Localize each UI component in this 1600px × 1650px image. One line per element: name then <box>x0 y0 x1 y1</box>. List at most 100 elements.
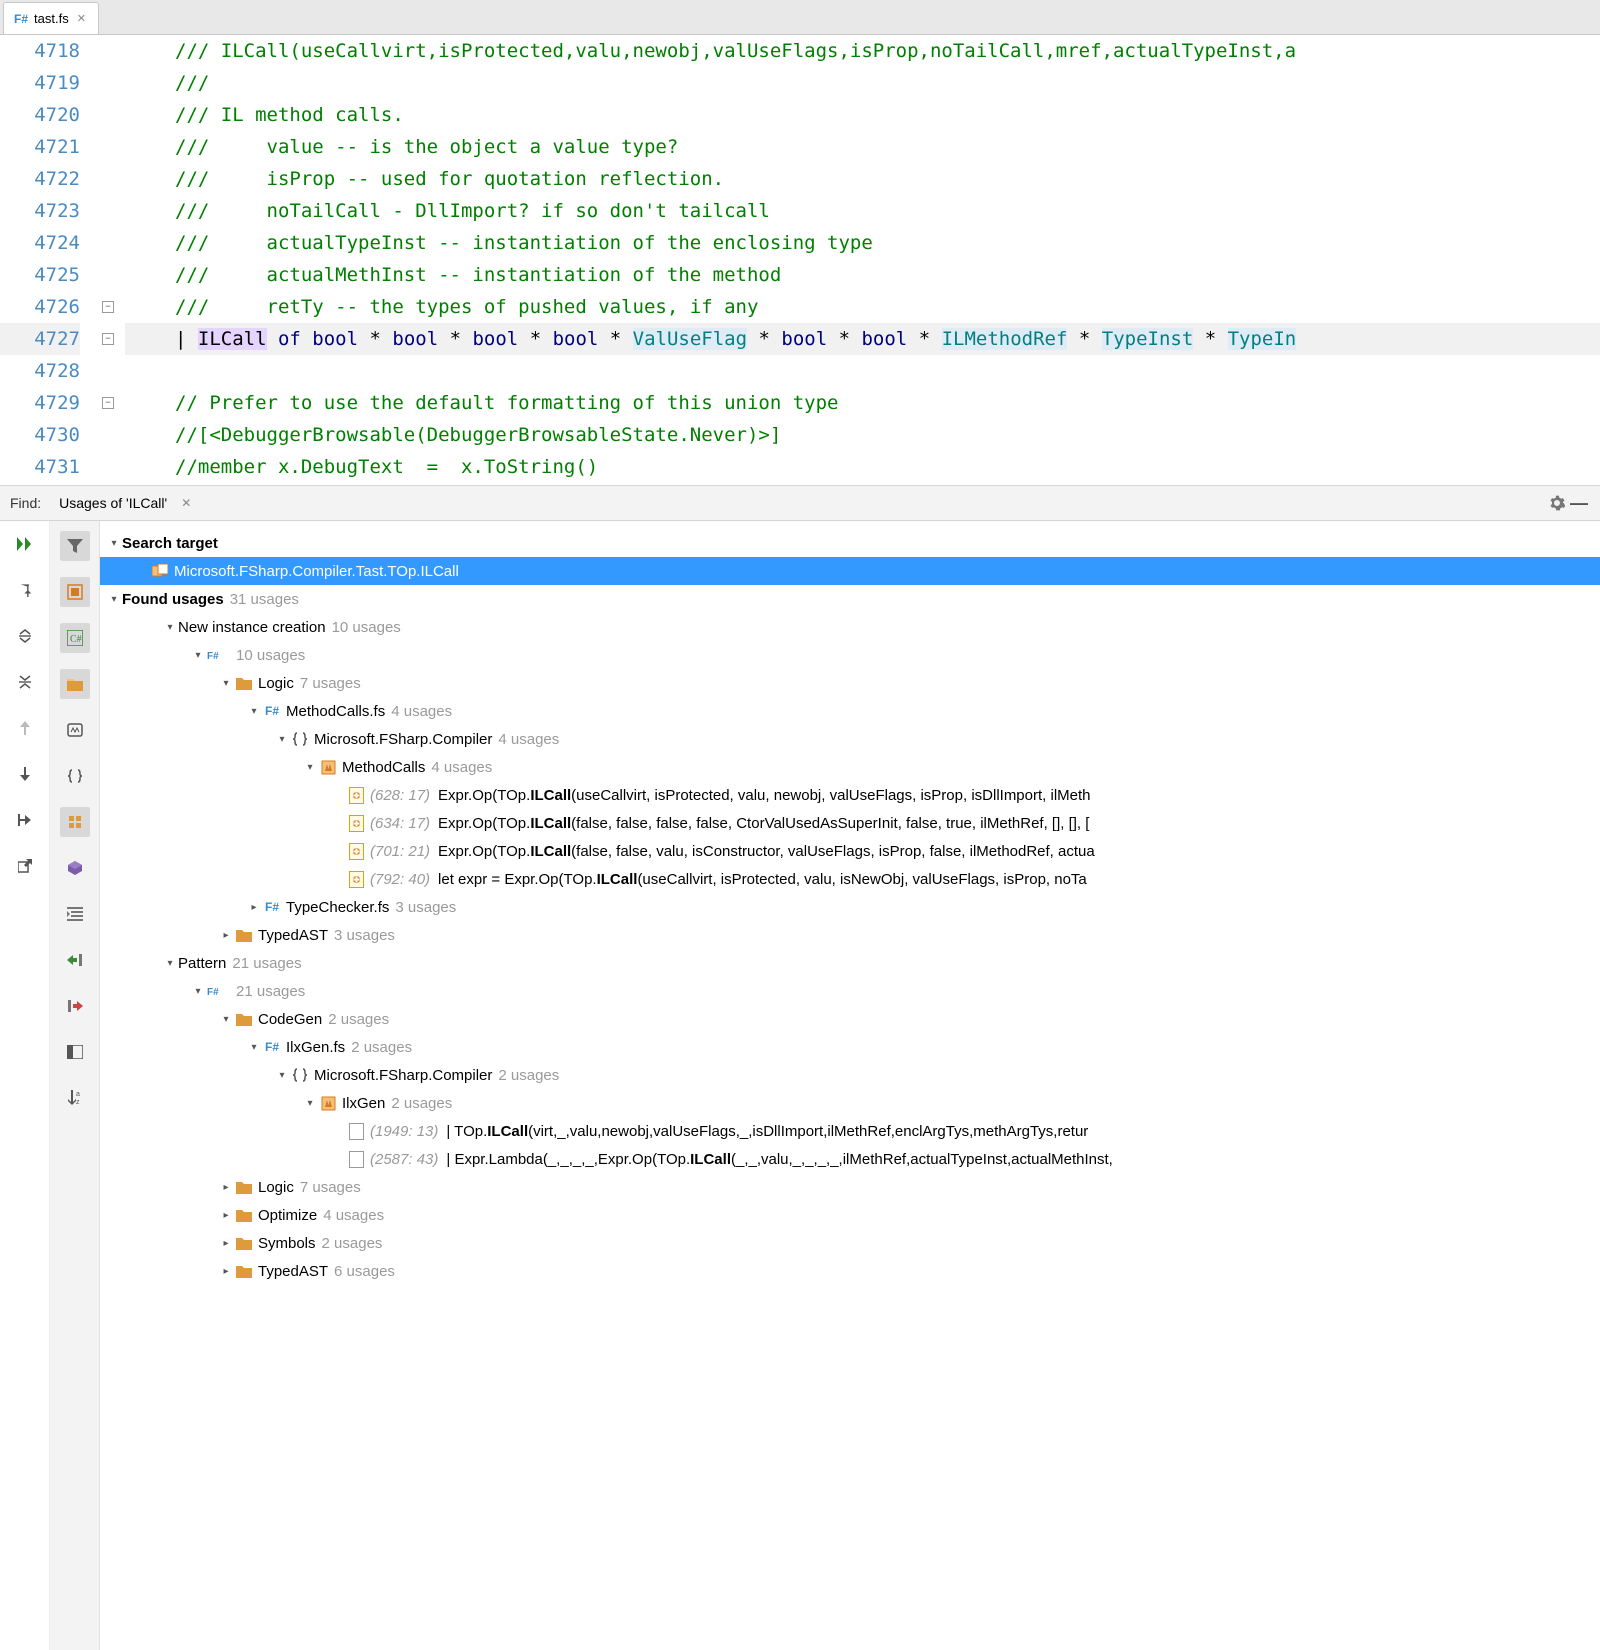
code-line[interactable]: // Prefer to use the default formatting … <box>125 387 1600 419</box>
chevron-icon[interactable]: ▾ <box>302 1095 318 1111</box>
tree-group[interactable]: ▸Symbols 2 usages <box>100 1229 1600 1257</box>
line-number: 4721 <box>0 131 80 163</box>
diff-next-icon[interactable] <box>60 991 90 1021</box>
code-editor[interactable]: 4718471947204721472247234724472547264727… <box>0 35 1600 485</box>
chevron-icon[interactable]: ▾ <box>246 703 262 719</box>
usage-occurrence[interactable]: (792: 40)let expr = Expr.Op(TOp.ILCall(u… <box>100 865 1600 893</box>
tree-group[interactable]: ▸Optimize 4 usages <box>100 1201 1600 1229</box>
code-line[interactable]: /// value -- is the object a value type? <box>125 131 1600 163</box>
chevron-icon[interactable]: ▾ <box>106 535 122 551</box>
code-line[interactable]: /// <box>125 67 1600 99</box>
chevron-icon[interactable]: ▾ <box>190 647 206 663</box>
usage-occurrence[interactable]: (628: 17)Expr.Op(TOp.ILCall(useCallvirt,… <box>100 781 1600 809</box>
tree-group[interactable]: ▸Logic 7 usages <box>100 1173 1600 1201</box>
chevron-icon[interactable]: ▾ <box>274 731 290 747</box>
code-line[interactable]: /// isProp -- used for quotation reflect… <box>125 163 1600 195</box>
tree-group[interactable]: ▾Logic 7 usages <box>100 669 1600 697</box>
tab-tast-fs[interactable]: F# tast.fs ✕ <box>3 2 99 34</box>
search-target-header[interactable]: ▾Search target <box>100 529 1600 557</box>
chevron-icon[interactable]: ▾ <box>302 759 318 775</box>
group-module-icon[interactable] <box>60 577 90 607</box>
layout-icon[interactable] <box>60 1037 90 1067</box>
next-icon[interactable] <box>12 761 38 787</box>
box-icon[interactable] <box>60 853 90 883</box>
fold-toggle-icon[interactable]: − <box>102 301 114 313</box>
tree-group[interactable]: ▾New instance creation 10 usages <box>100 613 1600 641</box>
show-namespace-icon[interactable] <box>60 761 90 791</box>
fold-toggle-icon[interactable]: − <box>102 397 114 409</box>
expand-all-icon[interactable] <box>12 623 38 649</box>
rerun-icon[interactable] <box>12 531 38 557</box>
usage-occurrence[interactable]: (2587: 43)| Expr.Lambda(_,_,_,_,Expr.Op(… <box>100 1145 1600 1173</box>
occurrence-icon <box>346 785 366 805</box>
diff-prev-icon[interactable] <box>60 945 90 975</box>
open-new-icon[interactable] <box>12 853 38 879</box>
chevron-icon[interactable]: ▾ <box>246 1039 262 1055</box>
chevron-icon[interactable]: ▸ <box>218 927 234 943</box>
svg-text:F#: F# <box>207 651 219 662</box>
code-line[interactable]: | ILCall of bool * bool * bool * bool * … <box>125 323 1600 355</box>
tab-title: tast.fs <box>34 11 69 26</box>
occurrence-icon <box>346 841 366 861</box>
tree-group[interactable]: ▸F#TypeChecker.fs 3 usages <box>100 893 1600 921</box>
chevron-icon[interactable]: ▾ <box>218 1011 234 1027</box>
group-method-icon[interactable] <box>60 715 90 745</box>
usage-occurrence[interactable]: (1949: 13)| TOp.ILCall(virt,_,valu,newob… <box>100 1117 1600 1145</box>
code-line[interactable]: /// ILCall(useCallvirt,isProtected,valu,… <box>125 35 1600 67</box>
tree-group[interactable]: ▸TypedAST 6 usages <box>100 1257 1600 1285</box>
code-line[interactable]: //member x.DebugText = x.ToString() <box>125 451 1600 483</box>
tree-group[interactable]: ▾IlxGen 2 usages <box>100 1089 1600 1117</box>
group-folder-icon[interactable] <box>60 669 90 699</box>
line-number: 4725 <box>0 259 80 291</box>
sort-alpha-icon[interactable]: az <box>60 1083 90 1113</box>
chevron-icon[interactable]: ▾ <box>106 591 122 607</box>
export-icon[interactable] <box>12 807 38 833</box>
tree-group[interactable]: ▾CodeGen 2 usages <box>100 1005 1600 1033</box>
chevron-icon[interactable]: ▸ <box>218 1179 234 1195</box>
code-line[interactable]: /// actualTypeInst -- instantiation of t… <box>125 227 1600 259</box>
fsharp-file-icon: F# <box>262 701 282 721</box>
chevron-icon[interactable]: ▾ <box>190 983 206 999</box>
usage-occurrence[interactable]: (701: 21)Expr.Op(TOp.ILCall(false, false… <box>100 837 1600 865</box>
tree-group[interactable]: ▾Pattern 21 usages <box>100 949 1600 977</box>
chevron-icon[interactable]: ▾ <box>162 619 178 635</box>
code-line[interactable]: /// noTailCall - DllImport? if so don't … <box>125 195 1600 227</box>
tree-group[interactable]: ▾F# 21 usages <box>100 977 1600 1005</box>
code-line[interactable]: /// IL method calls. <box>125 99 1600 131</box>
pin-icon[interactable] <box>12 577 38 603</box>
chevron-icon[interactable]: ▸ <box>218 1207 234 1223</box>
collapse-all-icon[interactable] <box>12 669 38 695</box>
code-line[interactable]: /// actualMethInst -- instantiation of t… <box>125 259 1600 291</box>
tree-group[interactable]: ▾Microsoft.FSharp.Compiler 2 usages <box>100 1061 1600 1089</box>
chevron-icon[interactable]: ▾ <box>218 675 234 691</box>
occurrence-icon <box>346 1121 366 1141</box>
filter-icon[interactable] <box>60 531 90 561</box>
tree-group[interactable]: ▾Microsoft.FSharp.Compiler 4 usages <box>100 725 1600 753</box>
found-usages-header[interactable]: ▾Found usages 31 usages <box>100 585 1600 613</box>
indent-icon[interactable] <box>60 899 90 929</box>
chevron-icon[interactable]: ▸ <box>246 899 262 915</box>
tree-group[interactable]: ▾F#MethodCalls.fs 4 usages <box>100 697 1600 725</box>
tree-group[interactable]: ▾F# 10 usages <box>100 641 1600 669</box>
code-line[interactable]: //[<DebuggerBrowsable(DebuggerBrowsableS… <box>125 419 1600 451</box>
tree-group[interactable]: ▾F#IlxGen.fs 2 usages <box>100 1033 1600 1061</box>
usage-occurrence[interactable]: (634: 17)Expr.Op(TOp.ILCall(false, false… <box>100 809 1600 837</box>
close-icon[interactable]: ✕ <box>181 496 191 510</box>
prev-icon[interactable] <box>12 715 38 741</box>
gear-icon[interactable] <box>1546 492 1568 514</box>
chevron-icon[interactable]: ▾ <box>162 955 178 971</box>
chevron-icon[interactable]: ▸ <box>218 1263 234 1279</box>
group-csharp-icon[interactable]: C# <box>60 623 90 653</box>
search-target-item[interactable]: Microsoft.FSharp.Compiler.Tast.TOp.ILCal… <box>100 557 1600 585</box>
code-line[interactable] <box>125 355 1600 387</box>
fold-toggle-icon[interactable]: − <box>102 333 114 345</box>
merge-icon[interactable] <box>60 807 90 837</box>
usages-toolbar-left <box>0 521 50 1650</box>
code-line[interactable]: /// retTy -- the types of pushed values,… <box>125 291 1600 323</box>
tree-group[interactable]: ▾MethodCalls 4 usages <box>100 753 1600 781</box>
chevron-icon[interactable]: ▸ <box>218 1235 234 1251</box>
tree-group[interactable]: ▸TypedAST 3 usages <box>100 921 1600 949</box>
chevron-icon[interactable]: ▾ <box>274 1067 290 1083</box>
close-icon[interactable]: ✕ <box>75 12 88 25</box>
minimize-icon[interactable]: — <box>1568 492 1590 514</box>
